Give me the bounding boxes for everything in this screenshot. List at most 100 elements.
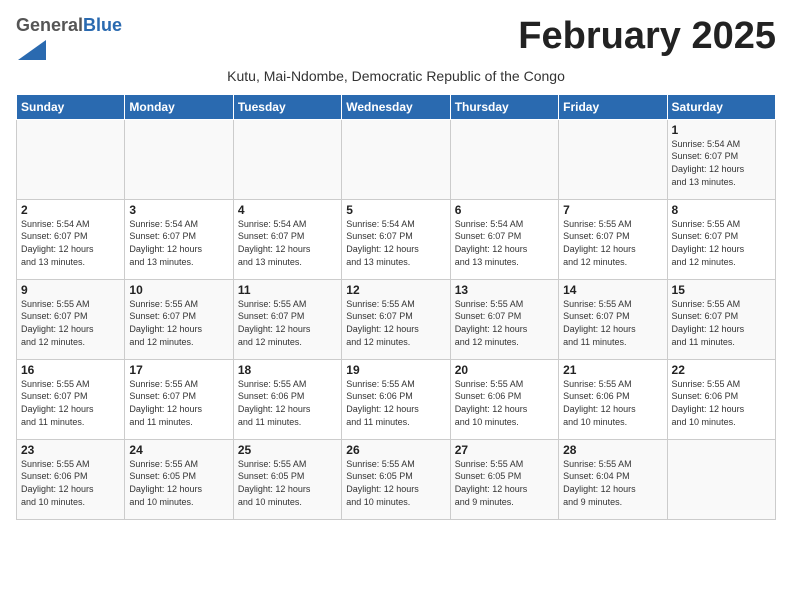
day-number: 5: [346, 203, 445, 217]
day-info: Sunrise: 5:55 AM Sunset: 6:07 PM Dayligh…: [129, 298, 228, 348]
calendar-cell: 24Sunrise: 5:55 AM Sunset: 6:05 PM Dayli…: [125, 439, 233, 519]
logo-general-text: General: [16, 15, 83, 35]
day-number: 27: [455, 443, 554, 457]
day-number: 14: [563, 283, 662, 297]
day-info: Sunrise: 5:55 AM Sunset: 6:07 PM Dayligh…: [21, 378, 120, 428]
day-info: Sunrise: 5:55 AM Sunset: 6:07 PM Dayligh…: [21, 298, 120, 348]
calendar-cell: [450, 119, 558, 199]
calendar-cell: 18Sunrise: 5:55 AM Sunset: 6:06 PM Dayli…: [233, 359, 341, 439]
day-info: Sunrise: 5:55 AM Sunset: 6:05 PM Dayligh…: [129, 458, 228, 508]
day-info: Sunrise: 5:55 AM Sunset: 6:07 PM Dayligh…: [563, 218, 662, 268]
calendar-cell: 9Sunrise: 5:55 AM Sunset: 6:07 PM Daylig…: [17, 279, 125, 359]
day-info: Sunrise: 5:55 AM Sunset: 6:06 PM Dayligh…: [346, 378, 445, 428]
calendar-cell: [342, 119, 450, 199]
day-number: 20: [455, 363, 554, 377]
day-number: 28: [563, 443, 662, 457]
day-info: Sunrise: 5:54 AM Sunset: 6:07 PM Dayligh…: [129, 218, 228, 268]
day-number: 16: [21, 363, 120, 377]
calendar-week-5: 23Sunrise: 5:55 AM Sunset: 6:06 PM Dayli…: [17, 439, 776, 519]
calendar-cell: 21Sunrise: 5:55 AM Sunset: 6:06 PM Dayli…: [559, 359, 667, 439]
calendar-cell: 28Sunrise: 5:55 AM Sunset: 6:04 PM Dayli…: [559, 439, 667, 519]
calendar-cell: 8Sunrise: 5:55 AM Sunset: 6:07 PM Daylig…: [667, 199, 775, 279]
day-number: 6: [455, 203, 554, 217]
day-info: Sunrise: 5:55 AM Sunset: 6:05 PM Dayligh…: [455, 458, 554, 508]
day-info: Sunrise: 5:55 AM Sunset: 6:05 PM Dayligh…: [346, 458, 445, 508]
day-info: Sunrise: 5:55 AM Sunset: 6:07 PM Dayligh…: [672, 298, 771, 348]
calendar-cell: 1Sunrise: 5:54 AM Sunset: 6:07 PM Daylig…: [667, 119, 775, 199]
day-info: Sunrise: 5:55 AM Sunset: 6:06 PM Dayligh…: [455, 378, 554, 428]
calendar-table: SundayMondayTuesdayWednesdayThursdayFrid…: [16, 94, 776, 520]
day-number: 23: [21, 443, 120, 457]
calendar-cell: 3Sunrise: 5:54 AM Sunset: 6:07 PM Daylig…: [125, 199, 233, 279]
calendar-week-1: 1Sunrise: 5:54 AM Sunset: 6:07 PM Daylig…: [17, 119, 776, 199]
calendar-week-2: 2Sunrise: 5:54 AM Sunset: 6:07 PM Daylig…: [17, 199, 776, 279]
day-number: 17: [129, 363, 228, 377]
weekday-header-monday: Monday: [125, 94, 233, 119]
logo-icon: [18, 36, 46, 64]
logo-blue-text: Blue: [83, 15, 122, 35]
day-number: 22: [672, 363, 771, 377]
day-info: Sunrise: 5:55 AM Sunset: 6:05 PM Dayligh…: [238, 458, 337, 508]
day-number: 10: [129, 283, 228, 297]
calendar-cell: 6Sunrise: 5:54 AM Sunset: 6:07 PM Daylig…: [450, 199, 558, 279]
calendar-cell: 5Sunrise: 5:54 AM Sunset: 6:07 PM Daylig…: [342, 199, 450, 279]
day-number: 21: [563, 363, 662, 377]
day-number: 12: [346, 283, 445, 297]
weekday-header-tuesday: Tuesday: [233, 94, 341, 119]
calendar-cell: 20Sunrise: 5:55 AM Sunset: 6:06 PM Dayli…: [450, 359, 558, 439]
day-info: Sunrise: 5:55 AM Sunset: 6:07 PM Dayligh…: [563, 298, 662, 348]
day-info: Sunrise: 5:55 AM Sunset: 6:07 PM Dayligh…: [672, 218, 771, 268]
page-header: GeneralBlue February 2025: [16, 16, 776, 64]
calendar-cell: 15Sunrise: 5:55 AM Sunset: 6:07 PM Dayli…: [667, 279, 775, 359]
calendar-cell: [125, 119, 233, 199]
calendar-cell: 19Sunrise: 5:55 AM Sunset: 6:06 PM Dayli…: [342, 359, 450, 439]
day-info: Sunrise: 5:55 AM Sunset: 6:07 PM Dayligh…: [129, 378, 228, 428]
day-number: 3: [129, 203, 228, 217]
month-title: February 2025: [518, 16, 776, 58]
day-info: Sunrise: 5:55 AM Sunset: 6:06 PM Dayligh…: [563, 378, 662, 428]
calendar-cell: 22Sunrise: 5:55 AM Sunset: 6:06 PM Dayli…: [667, 359, 775, 439]
calendar-cell: 12Sunrise: 5:55 AM Sunset: 6:07 PM Dayli…: [342, 279, 450, 359]
weekday-header-wednesday: Wednesday: [342, 94, 450, 119]
day-number: 26: [346, 443, 445, 457]
calendar-cell: 26Sunrise: 5:55 AM Sunset: 6:05 PM Dayli…: [342, 439, 450, 519]
day-info: Sunrise: 5:54 AM Sunset: 6:07 PM Dayligh…: [672, 138, 771, 188]
calendar-cell: [233, 119, 341, 199]
day-number: 4: [238, 203, 337, 217]
day-number: 7: [563, 203, 662, 217]
calendar-cell: 23Sunrise: 5:55 AM Sunset: 6:06 PM Dayli…: [17, 439, 125, 519]
calendar-week-4: 16Sunrise: 5:55 AM Sunset: 6:07 PM Dayli…: [17, 359, 776, 439]
day-number: 25: [238, 443, 337, 457]
day-info: Sunrise: 5:55 AM Sunset: 6:06 PM Dayligh…: [672, 378, 771, 428]
weekday-header-sunday: Sunday: [17, 94, 125, 119]
calendar-cell: 10Sunrise: 5:55 AM Sunset: 6:07 PM Dayli…: [125, 279, 233, 359]
calendar-cell: 16Sunrise: 5:55 AM Sunset: 6:07 PM Dayli…: [17, 359, 125, 439]
calendar-cell: 25Sunrise: 5:55 AM Sunset: 6:05 PM Dayli…: [233, 439, 341, 519]
calendar-cell: 7Sunrise: 5:55 AM Sunset: 6:07 PM Daylig…: [559, 199, 667, 279]
day-info: Sunrise: 5:54 AM Sunset: 6:07 PM Dayligh…: [238, 218, 337, 268]
day-info: Sunrise: 5:54 AM Sunset: 6:07 PM Dayligh…: [21, 218, 120, 268]
calendar-cell: 2Sunrise: 5:54 AM Sunset: 6:07 PM Daylig…: [17, 199, 125, 279]
weekday-header-saturday: Saturday: [667, 94, 775, 119]
day-number: 9: [21, 283, 120, 297]
calendar-cell: 14Sunrise: 5:55 AM Sunset: 6:07 PM Dayli…: [559, 279, 667, 359]
day-number: 19: [346, 363, 445, 377]
day-info: Sunrise: 5:55 AM Sunset: 6:04 PM Dayligh…: [563, 458, 662, 508]
calendar-cell: 17Sunrise: 5:55 AM Sunset: 6:07 PM Dayli…: [125, 359, 233, 439]
calendar-cell: [667, 439, 775, 519]
day-info: Sunrise: 5:55 AM Sunset: 6:07 PM Dayligh…: [455, 298, 554, 348]
calendar-cell: 13Sunrise: 5:55 AM Sunset: 6:07 PM Dayli…: [450, 279, 558, 359]
weekday-header-friday: Friday: [559, 94, 667, 119]
day-info: Sunrise: 5:54 AM Sunset: 6:07 PM Dayligh…: [455, 218, 554, 268]
logo: GeneralBlue: [16, 16, 122, 64]
calendar-cell: 27Sunrise: 5:55 AM Sunset: 6:05 PM Dayli…: [450, 439, 558, 519]
day-number: 24: [129, 443, 228, 457]
day-number: 13: [455, 283, 554, 297]
day-info: Sunrise: 5:55 AM Sunset: 6:06 PM Dayligh…: [21, 458, 120, 508]
calendar-week-3: 9Sunrise: 5:55 AM Sunset: 6:07 PM Daylig…: [17, 279, 776, 359]
day-info: Sunrise: 5:54 AM Sunset: 6:07 PM Dayligh…: [346, 218, 445, 268]
day-number: 1: [672, 123, 771, 137]
day-number: 8: [672, 203, 771, 217]
calendar-cell: [559, 119, 667, 199]
day-number: 11: [238, 283, 337, 297]
